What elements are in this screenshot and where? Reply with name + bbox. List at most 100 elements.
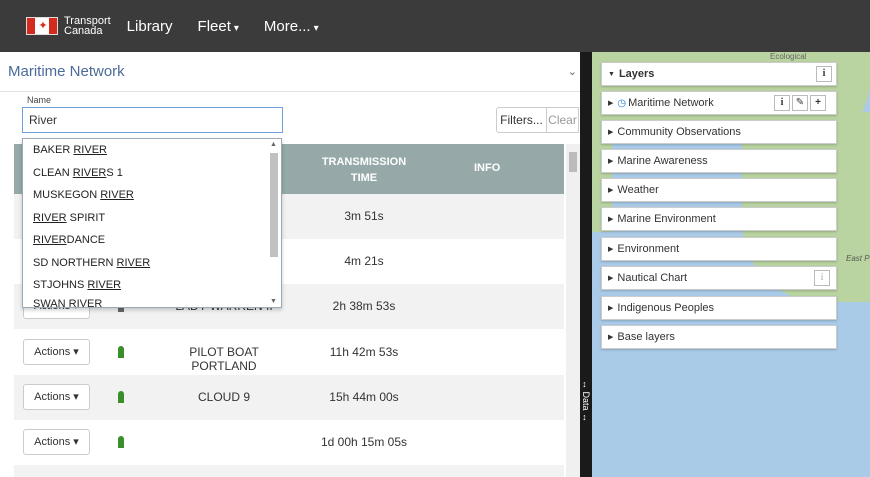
nav-library-label: Library [126, 17, 173, 35]
autocomplete-item[interactable]: BAKER RIVER [23, 139, 281, 162]
autocomplete-item[interactable]: SD NORTHERN RIVER [23, 252, 281, 275]
caret-right-icon: ▶ [608, 334, 614, 341]
chevron-down-icon[interactable]: ⌄ [568, 65, 577, 78]
caret-down-icon: ▾ [73, 436, 79, 448]
vessel-icon [118, 346, 124, 358]
item-match: RIVER [116, 256, 151, 269]
transmission-time: 4m 21s [344, 254, 384, 268]
layers-header[interactable]: ▼ Layers i [601, 62, 837, 86]
item-suffix: DANCE [66, 234, 106, 246]
clear-button[interactable]: Clear [547, 107, 579, 133]
autocomplete-item[interactable]: STJOHNS RIVER [23, 274, 281, 297]
item-prefix: BAKER [33, 144, 74, 156]
caret-right-icon: ▶ [608, 246, 614, 253]
autocomplete-item[interactable]: RIVERDANCE [23, 229, 281, 252]
panel-title: Maritime Network [8, 63, 125, 80]
autocomplete-item[interactable]: CLEAN RIVERS 1 [23, 162, 281, 185]
name-search-input[interactable] [22, 107, 283, 133]
actions-button[interactable]: Actions ▾ [23, 384, 90, 410]
transmission-time: 1d 00h 15m 05s [320, 435, 408, 449]
map-label: Ecological [770, 52, 807, 61]
actions-label: Actions [34, 346, 71, 358]
info-icon[interactable]: i [816, 66, 832, 82]
caret-right-icon: ▶ [608, 305, 614, 312]
filters-button[interactable]: Filters... [496, 107, 547, 133]
panel-header[interactable]: Maritime Network ⌄ [0, 52, 585, 92]
edit-icon[interactable]: ✎ [792, 95, 808, 111]
item-prefix: SD NORTHERN [33, 256, 117, 269]
layers-header-label: Layers [618, 68, 655, 80]
layer-marine-awareness[interactable]: ▶ Marine Awareness [601, 149, 837, 173]
vessel-icon [118, 391, 124, 403]
actions-button[interactable]: Actions ▾ [23, 429, 90, 455]
layer-label: Marine Awareness [617, 155, 708, 167]
layer-label: Indigenous Peoples [617, 302, 715, 314]
col-transmission-line1: TRANSMISSION [321, 156, 407, 168]
item-match: RIVER [87, 279, 122, 291]
item-prefix: STJOHNS [33, 279, 88, 291]
layer-weather[interactable]: ▶ Weather [601, 178, 837, 202]
nav-more[interactable]: More... ▾ [264, 18, 319, 35]
layer-community-observations[interactable]: ▶ Community Observations [601, 120, 837, 144]
scroll-thumb[interactable] [270, 153, 278, 257]
caret-right-icon: ▶ [608, 187, 614, 194]
data-label-text: Data [581, 391, 591, 411]
table-row [14, 465, 564, 477]
layer-label: Environment [617, 243, 680, 255]
scroll-up-icon[interactable]: ▲ [270, 141, 277, 148]
layer-base-layers[interactable]: ▶ Base layers [601, 325, 837, 349]
col-info[interactable]: INFO [474, 162, 500, 174]
layer-indigenous-peoples[interactable]: ▶ Indigenous Peoples [601, 296, 837, 320]
brand[interactable]: ✦ Transport Canada [26, 16, 111, 37]
autocomplete-item[interactable]: RIVER SPIRIT [23, 207, 281, 230]
map-label: East P [846, 254, 870, 263]
map-view[interactable]: Ecological East P [592, 52, 870, 477]
item-suffix: SPIRIT [66, 211, 106, 224]
layer-marine-environment[interactable]: ▶ Marine Environment [601, 207, 837, 231]
transmission-time: 3m 51s [344, 209, 384, 223]
actions-label: Actions [34, 391, 71, 403]
vessel-name: PILOT BOAT PORTLAND [189, 345, 259, 373]
layer-label: Marine Environment [617, 213, 716, 225]
col-transmission-time[interactable]: TRANSMISSION TIME [316, 154, 412, 186]
caret-right-icon: ▶ [608, 129, 614, 136]
info-icon[interactable]: i [814, 270, 830, 286]
caret-down-icon: ▼ [608, 71, 615, 78]
table-scrollbar[interactable] [566, 144, 580, 477]
canada-flag-icon: ✦ [26, 17, 58, 35]
data-toggle-label[interactable]: ↔ Data ↔ [581, 380, 591, 422]
item-prefix: MUSKEGON [33, 189, 101, 201]
item-prefix: CLEAN [33, 166, 73, 179]
info-icon[interactable]: i [774, 95, 790, 111]
caret-down-icon: ▾ [73, 391, 79, 403]
scroll-thumb[interactable] [569, 152, 577, 172]
autocomplete-scrollbar[interactable]: ▲ ▼ [269, 141, 279, 305]
layer-label: Base layers [617, 331, 675, 343]
layer-environment[interactable]: ▶ Environment [601, 237, 837, 261]
caret-right-icon: ▶ [608, 216, 614, 223]
add-icon[interactable]: + [810, 95, 826, 111]
transmission-time: 2h 38m 53s [332, 299, 396, 313]
table-row: Actions ▾ CLOUD 9 15h 44m 00s [14, 375, 564, 420]
nav-fleet[interactable]: Fleet ▾ [198, 18, 239, 35]
nav-more-label: More... [263, 17, 311, 35]
actions-button[interactable]: Actions ▾ [23, 339, 90, 365]
layer-nautical-chart[interactable]: ▶ Nautical Chart i [601, 266, 837, 290]
vessel-icon [118, 436, 124, 448]
autocomplete-item[interactable]: MUSKEGON RIVER [23, 184, 281, 207]
layer-maritime-network[interactable]: ▶ ◷ Maritime Network i ✎ + [601, 91, 837, 115]
nav-fleet-label: Fleet [197, 17, 231, 35]
name-label: Name [27, 95, 52, 105]
scroll-down-icon[interactable]: ▼ [270, 298, 277, 305]
top-navbar: ✦ Transport Canada Library Fleet ▾ More..… [0, 0, 870, 52]
clock-icon: ◷ [617, 98, 627, 109]
col-transmission-line2: TIME [350, 172, 378, 184]
nav-library[interactable]: Library [127, 18, 173, 35]
item-match: RIVER [33, 234, 67, 246]
main-nav: Library Fleet ▾ More... ▾ [127, 18, 344, 35]
brand-text: Transport Canada [64, 16, 111, 37]
autocomplete-item[interactable]: SWAN RIVER [23, 297, 281, 307]
layer-label: Maritime Network [628, 97, 714, 109]
item-suffix: S 1 [106, 166, 123, 179]
vessel-name: CLOUD 9 [197, 390, 250, 404]
